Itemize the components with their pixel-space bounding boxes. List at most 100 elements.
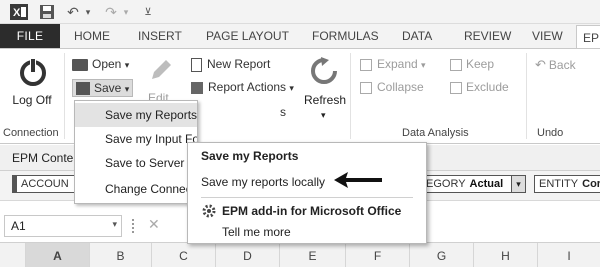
exclude-button[interactable]: Exclude xyxy=(450,80,509,94)
name-box[interactable]: A1 ▾ xyxy=(4,215,122,237)
group-label-undo: Undo xyxy=(537,127,564,139)
entity-value: Corpora xyxy=(582,178,600,190)
menu-item-change-connection[interactable]: Change Connec xyxy=(75,177,197,201)
back-icon: ↶ xyxy=(535,57,546,72)
tab-home[interactable]: HOME xyxy=(74,24,110,48)
chevron-down-icon: ▾ xyxy=(321,110,326,120)
menu-item-save-to-server[interactable]: Save to Server R xyxy=(75,151,197,175)
column-header[interactable]: D xyxy=(216,243,280,267)
epm-context-label: EPM Conte xyxy=(12,151,74,165)
tab-data[interactable]: DATA xyxy=(402,24,432,48)
ribbon-separator xyxy=(526,53,527,139)
customize-qat-icon[interactable]: ⊻ xyxy=(140,3,156,21)
undo-dropdown-icon[interactable]: ▾ xyxy=(82,3,94,21)
save-disk-icon[interactable] xyxy=(36,3,58,21)
redo-icon[interactable]: ↷ xyxy=(102,3,120,21)
tab-formulas[interactable]: FORMULAS xyxy=(312,24,379,48)
menu-item-save-my-input-forms[interactable]: Save my Input Forms... xyxy=(75,127,197,151)
save-button[interactable]: Save ▾ xyxy=(72,79,134,98)
save-my-reports-tooltip: Save my Reports Save my reports locally … xyxy=(187,142,427,244)
pencil-icon xyxy=(148,57,174,86)
tab-epm[interactable]: EP xyxy=(576,25,600,48)
category-value: Actual xyxy=(469,178,504,190)
open-label: Open xyxy=(92,57,122,71)
save-icon xyxy=(76,82,90,96)
svg-text:X: X xyxy=(13,7,21,19)
dimension-marker-icon xyxy=(13,176,17,192)
report-actions-label: Report Actions xyxy=(208,80,287,94)
account-dimension-dropdown[interactable]: ACCOUN xyxy=(12,175,76,193)
keep-icon xyxy=(450,58,462,71)
addin-gear-icon xyxy=(201,203,217,222)
report-actions-icon xyxy=(191,81,203,94)
title-bar: X ↶ ▾ ↷ ▾ ⊻ xyxy=(0,0,600,24)
refresh-label: Refresh xyxy=(303,93,347,107)
power-icon xyxy=(18,57,48,90)
tab-insert[interactable]: INSERT xyxy=(138,24,182,48)
refresh-button[interactable]: Refresh ▾ xyxy=(302,55,348,121)
column-header[interactable]: E xyxy=(280,243,346,267)
tab-file[interactable]: FILE xyxy=(0,24,60,48)
chevron-down-icon: ▾ xyxy=(511,176,525,192)
column-header[interactable]: G xyxy=(410,243,474,267)
group-label-data-analysis: Data Analysis xyxy=(402,127,469,139)
tab-review[interactable]: REVIEW xyxy=(464,24,511,48)
save-dropdown-menu: Save my Reports... Save my Input Forms..… xyxy=(74,100,198,204)
tab-view[interactable]: VIEW xyxy=(532,24,563,48)
category-label: EGORY xyxy=(426,178,466,190)
redo-dropdown-icon[interactable]: ▾ xyxy=(120,3,132,21)
entity-label: ENTITY xyxy=(539,178,579,190)
chevron-down-icon: ▾ xyxy=(124,84,130,94)
back-label: Back xyxy=(548,58,576,72)
column-header[interactable]: A xyxy=(26,243,90,267)
open-button[interactable]: Open ▾ xyxy=(72,57,129,71)
undo-icon[interactable]: ↶ xyxy=(64,3,82,21)
cancel-formula-icon[interactable]: ✕ xyxy=(148,216,160,233)
reports-group-label-fragment: s xyxy=(280,105,286,119)
new-report-button[interactable]: New Report xyxy=(191,57,270,72)
select-all-corner[interactable] xyxy=(0,243,26,267)
keep-label: Keep xyxy=(466,57,495,71)
category-dimension-dropdown[interactable]: EGORY Actual ▾ xyxy=(424,175,526,193)
column-header[interactable]: B xyxy=(90,243,152,267)
column-header[interactable]: F xyxy=(346,243,410,267)
column-header[interactable]: C xyxy=(152,243,216,267)
tell-me-more-link[interactable]: Tell me more xyxy=(222,225,291,239)
chevron-down-icon: ▾ xyxy=(112,219,117,229)
chevron-down-icon: ▾ xyxy=(421,60,426,70)
report-actions-button[interactable]: Report Actions ▾ xyxy=(191,80,294,94)
tab-page-layout[interactable]: PAGE LAYOUT xyxy=(206,24,289,48)
back-button[interactable]: ↶ Back xyxy=(535,57,576,73)
name-box-value: A1 xyxy=(11,219,26,233)
collapse-label: Collapse xyxy=(377,80,424,94)
document-icon xyxy=(191,57,202,72)
tooltip-title: Save my Reports xyxy=(201,149,299,163)
log-off-button[interactable]: Log Off xyxy=(8,55,56,121)
entity-dimension-dropdown[interactable]: ENTITYCorpora xyxy=(534,175,600,193)
excel-logo-icon: X xyxy=(8,3,30,21)
save-reports-locally-option[interactable]: Save my reports locally xyxy=(201,175,325,189)
chevron-down-icon: ▾ xyxy=(124,60,130,70)
chevron-down-icon: ▾ xyxy=(289,83,294,93)
column-header[interactable]: H xyxy=(474,243,538,267)
epm-addin-label: EPM add-in for Microsoft Office xyxy=(222,204,402,218)
ribbon-separator xyxy=(350,53,351,139)
arrow-pointer-icon xyxy=(334,171,382,192)
expand-label: Expand xyxy=(377,57,418,71)
column-header[interactable]: I xyxy=(538,243,600,267)
exclude-label: Exclude xyxy=(466,80,509,94)
new-report-label: New Report xyxy=(207,57,271,71)
exclude-icon xyxy=(450,81,462,94)
menu-item-save-my-reports[interactable]: Save my Reports... xyxy=(75,103,197,127)
keep-button[interactable]: Keep xyxy=(450,57,494,71)
expand-button[interactable]: Expand ▾ xyxy=(360,57,426,71)
column-header-row: A B C D E F G H I xyxy=(0,242,600,267)
ribbon-tab-bar: FILE HOME INSERT PAGE LAYOUT FORMULAS DA… xyxy=(0,24,600,48)
log-off-label: Log Off xyxy=(12,93,52,107)
ribbon-separator xyxy=(64,53,65,139)
group-label-connection: Connection xyxy=(3,127,59,139)
expand-icon xyxy=(360,58,372,71)
formula-bar-grip-icon xyxy=(132,219,134,233)
collapse-icon xyxy=(360,81,372,94)
collapse-button[interactable]: Collapse xyxy=(360,80,424,94)
